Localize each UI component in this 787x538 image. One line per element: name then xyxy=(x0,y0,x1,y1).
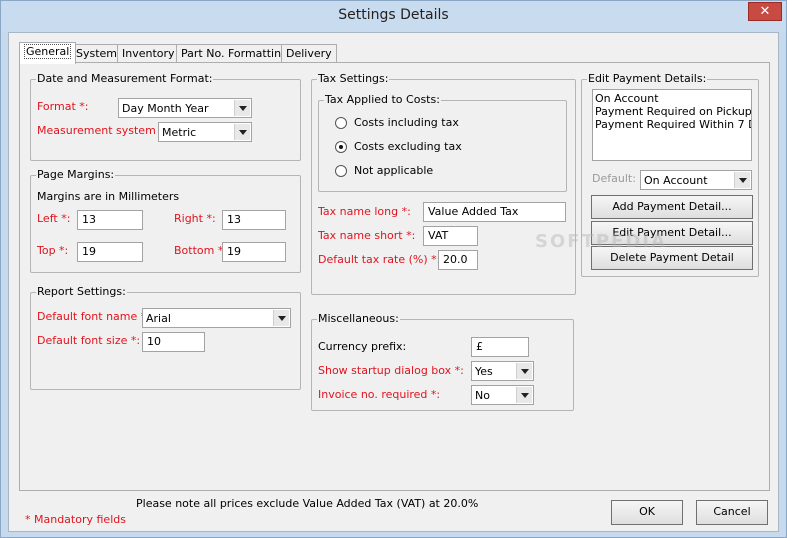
radio-label: Costs including tax xyxy=(354,116,459,129)
invoice-required-dropdown[interactable]: No xyxy=(471,385,534,405)
tab-general[interactable]: General xyxy=(19,42,77,64)
right-margin-label: Right *: xyxy=(174,212,216,225)
bottom-margin-input[interactable]: 19 xyxy=(222,242,286,262)
format-label: Format *: xyxy=(37,100,89,113)
report-settings-group: Report Settings: Default font name *: Ar… xyxy=(30,285,301,390)
font-name-dropdown[interactable]: Arial xyxy=(142,308,291,328)
group-legend: Report Settings: xyxy=(36,285,127,298)
tax-rate-label: Default tax rate (%) *: xyxy=(318,253,441,266)
date-measurement-group: Date and Measurement Format: Format *: D… xyxy=(30,72,301,161)
add-payment-detail-button[interactable]: Add Payment Detail... xyxy=(591,195,753,219)
chevron-down-icon xyxy=(273,310,289,326)
mandatory-fields-note: * Mandatory fields xyxy=(25,513,126,526)
dialog-client-area: General System Inventory Part No. Format… xyxy=(8,32,779,532)
tax-name-short-input[interactable]: VAT xyxy=(423,226,478,246)
watermark: SOFTPEDIA xyxy=(535,231,667,252)
tax-settings-group: Tax Settings: Tax Applied to Costs: Cost… xyxy=(311,72,576,295)
radio-label: Costs excluding tax xyxy=(354,140,462,153)
format-dropdown[interactable]: Day Month Year xyxy=(118,98,252,118)
tax-applied-group: Tax Applied to Costs: Costs including ta… xyxy=(318,93,567,192)
list-item[interactable]: Payment Required Within 7 Days xyxy=(595,118,751,131)
settings-window: Settings Details ✕ General System Invent… xyxy=(0,0,787,538)
radio-label: Not applicable xyxy=(354,164,434,177)
payment-details-list[interactable]: On Account Payment Required on Pickup Pa… xyxy=(592,89,752,161)
right-margin-input[interactable]: 13 xyxy=(222,210,286,230)
tax-rate-input[interactable]: 20.0 xyxy=(438,250,478,270)
measurement-label: Measurement system *: xyxy=(37,124,169,137)
tax-name-long-label: Tax name long *: xyxy=(318,205,411,218)
general-tab-panel: Date and Measurement Format: Format *: D… xyxy=(19,62,770,491)
chevron-down-icon xyxy=(516,363,532,379)
radio-costs-excluding-tax[interactable] xyxy=(335,141,347,153)
ok-button[interactable]: OK xyxy=(611,500,683,525)
measurement-value: Metric xyxy=(162,126,197,139)
top-margin-input[interactable]: 19 xyxy=(77,242,143,262)
top-margin-label: Top *: xyxy=(37,244,69,257)
bottom-margin-label: Bottom *: xyxy=(174,244,228,257)
tax-name-short-label: Tax name short *: xyxy=(318,229,416,242)
font-size-input[interactable]: 10 xyxy=(142,332,205,352)
chevron-down-icon xyxy=(734,172,750,188)
startup-dialog-label: Show startup dialog box *: xyxy=(318,364,464,377)
default-payment-value: On Account xyxy=(644,174,708,187)
startup-dialog-dropdown[interactable]: Yes xyxy=(471,361,534,381)
group-legend: Tax Settings: xyxy=(317,72,390,85)
group-legend: Edit Payment Details: xyxy=(587,72,708,85)
group-legend: Date and Measurement Format: xyxy=(36,72,214,85)
chevron-down-icon xyxy=(516,387,532,403)
page-margins-group: Page Margins: Margins are in Millimeters… xyxy=(30,168,301,273)
group-legend: Miscellaneous: xyxy=(317,312,400,325)
tax-name-long-input[interactable]: Value Added Tax xyxy=(423,202,566,222)
default-payment-dropdown[interactable]: On Account xyxy=(640,170,752,190)
invoice-required-label: Invoice no. required *: xyxy=(318,388,441,401)
tab-part-no-formatting[interactable]: Part No. Formatting xyxy=(176,44,294,63)
group-legend: Page Margins: xyxy=(36,168,116,181)
measurement-dropdown[interactable]: Metric xyxy=(158,122,252,142)
default-payment-label: Default: xyxy=(592,172,636,185)
tab-system[interactable]: System xyxy=(71,44,123,63)
window-title: Settings Details xyxy=(338,7,449,23)
vat-note: Please note all prices exclude Value Add… xyxy=(136,497,479,510)
invoice-required-value: No xyxy=(475,389,490,402)
margins-note: Margins are in Millimeters xyxy=(37,190,180,203)
currency-prefix-label: Currency prefix: xyxy=(318,340,407,353)
cancel-button[interactable]: Cancel xyxy=(696,500,768,525)
left-margin-label: Left *: xyxy=(37,212,71,225)
format-value: Day Month Year xyxy=(122,102,209,115)
chevron-down-icon xyxy=(234,124,250,140)
group-legend: Tax Applied to Costs: xyxy=(324,93,441,106)
list-item[interactable]: Payment Required on Pickup xyxy=(595,105,751,118)
font-name-label: Default font name *: xyxy=(37,310,150,323)
left-margin-input[interactable]: 13 xyxy=(77,210,143,230)
title-bar[interactable]: Settings Details ✕ xyxy=(1,1,786,32)
font-name-value: Arial xyxy=(146,312,171,325)
font-size-label: Default font size *: xyxy=(37,334,141,347)
list-item[interactable]: On Account xyxy=(595,92,749,105)
currency-prefix-input[interactable]: £ xyxy=(471,337,529,357)
radio-costs-including-tax[interactable] xyxy=(335,117,347,129)
tab-delivery[interactable]: Delivery xyxy=(281,44,337,63)
tab-inventory[interactable]: Inventory xyxy=(117,44,180,63)
miscellaneous-group: Miscellaneous: Currency prefix: £ Show s… xyxy=(311,312,574,411)
chevron-down-icon xyxy=(234,100,250,116)
radio-not-applicable[interactable] xyxy=(335,165,347,177)
close-button[interactable]: ✕ xyxy=(748,2,782,21)
startup-dialog-value: Yes xyxy=(475,365,493,378)
